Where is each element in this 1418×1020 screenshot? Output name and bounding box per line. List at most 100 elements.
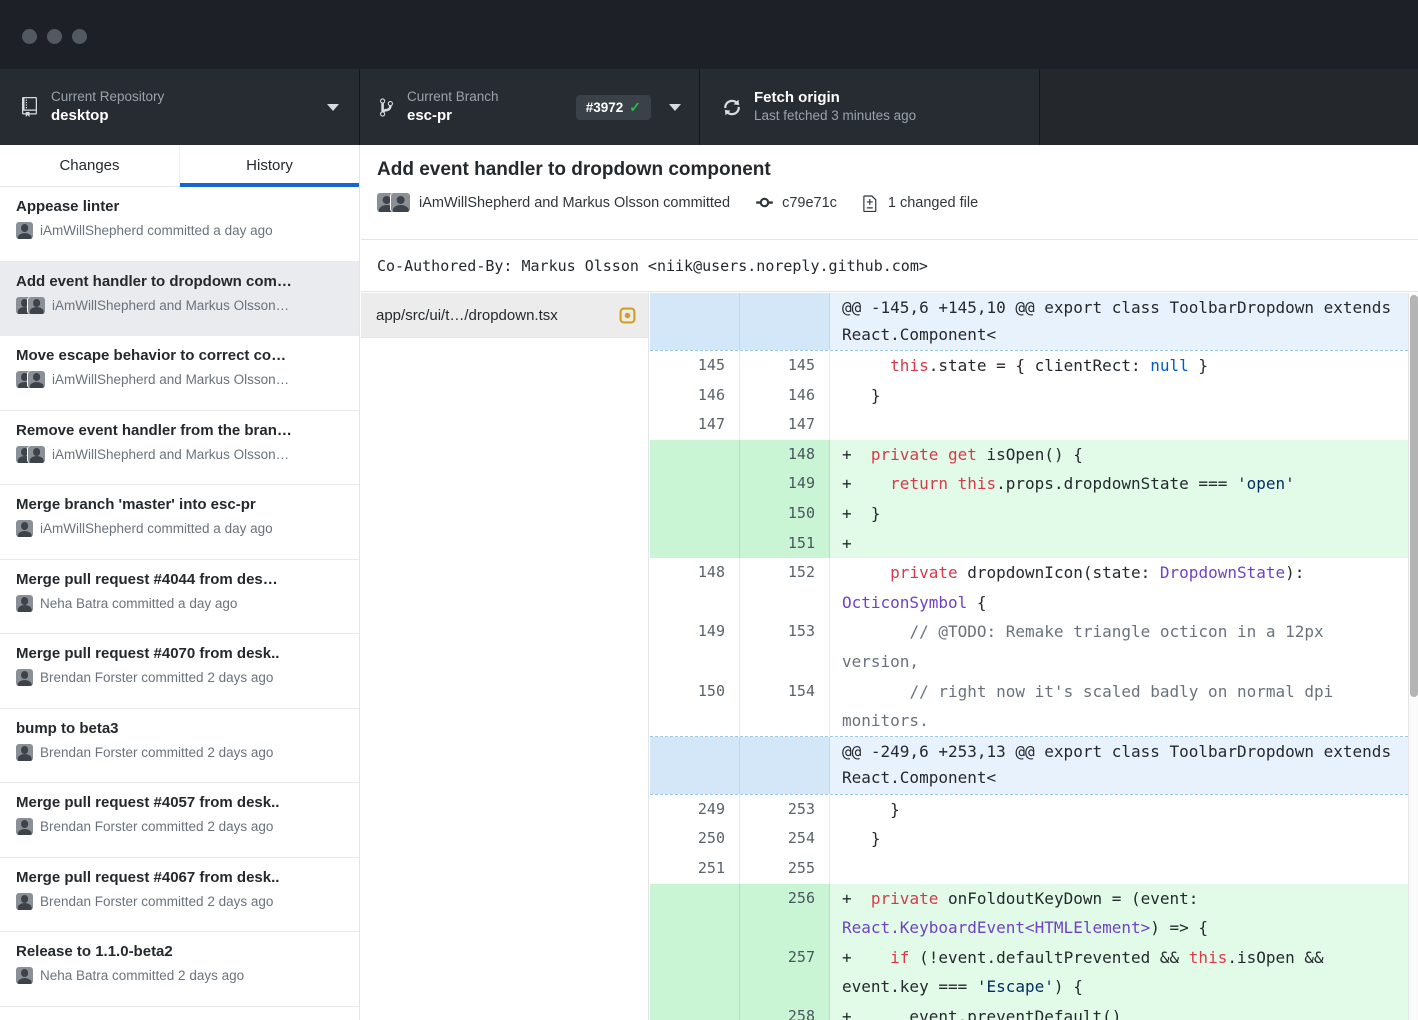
old-line-number: 150 <box>650 677 740 736</box>
toolbar-empty-area <box>1040 69 1418 145</box>
diff-code <box>830 854 1418 884</box>
commit-title: Add event handler to dropdown component <box>377 159 1394 181</box>
commit-list-item[interactable]: bump to beta3Brendan Forster committed 2… <box>0 709 359 784</box>
commit-item-meta-text: Brendan Forster committed 2 days ago <box>40 745 273 760</box>
fetch-origin-title: Fetch origin <box>754 89 916 108</box>
commit-item-title: Merge pull request #4044 from des… <box>16 571 345 588</box>
history-sidebar: ChangesHistory Appease linteriAmWillShep… <box>0 145 360 1020</box>
commit-item-meta-text: Neha Batra committed a day ago <box>40 596 237 611</box>
commit-item-title: Release to 1.1.0-beta2 <box>16 943 345 960</box>
current-repository-button[interactable]: Current Repository desktop <box>0 69 360 145</box>
commit-list-item[interactable]: Merge pull request #4067 from desk..Bren… <box>0 858 359 933</box>
diff-line: 251255 <box>650 854 1418 884</box>
commit-list-item[interactable]: Merge pull request #4051 from des… <box>0 1007 359 1020</box>
diff-code: } <box>830 824 1418 854</box>
diff-line: 256+ private onFoldoutKeyDown = (event: … <box>650 884 1418 943</box>
changed-files-count: 1 changed file <box>888 195 978 211</box>
diff-code: + private get isOpen() { <box>830 440 1418 470</box>
commit-item-meta-text: iAmWillShepherd and Markus Olsson… <box>52 447 289 462</box>
commit-item-avatars <box>16 744 33 761</box>
diff-line: 249253 } <box>650 795 1418 825</box>
old-line-number <box>650 737 740 794</box>
tab-changes[interactable]: Changes <box>0 145 180 186</box>
commit-item-avatars <box>16 371 45 388</box>
diff-scrollbar[interactable] <box>1408 293 1418 1020</box>
commit-item-avatars <box>16 446 45 463</box>
commit-item-avatars <box>16 893 33 910</box>
commit-item-avatars <box>16 297 45 314</box>
minimize-window-icon[interactable] <box>47 29 62 44</box>
old-line-number: 251 <box>650 854 740 884</box>
diff-line: 149+ return this.props.dropdownState ===… <box>650 469 1418 499</box>
commit-item-meta: Neha Batra committed 2 days ago <box>16 967 345 984</box>
new-line-number: 145 <box>740 351 830 381</box>
new-line-number <box>740 737 830 794</box>
avatar <box>16 520 33 537</box>
changed-files-panel: app/src/ui/t…/dropdown.tsx <box>361 293 649 1020</box>
diff-line: 147147 <box>650 410 1418 440</box>
commit-item-meta-text: iAmWillShepherd committed a day ago <box>40 521 273 536</box>
pr-number-badge[interactable]: #3972 ✓ <box>576 95 651 120</box>
commit-list-item[interactable]: Add event handler to dropdown com…iAmWil… <box>0 262 359 337</box>
commit-item-avatars <box>16 222 33 239</box>
new-line-number <box>740 293 830 350</box>
commit-item-meta-text: Neha Batra committed 2 days ago <box>40 968 244 983</box>
commit-list-item[interactable]: Appease linteriAmWillShepherd committed … <box>0 187 359 262</box>
diff-code: this.state = { clientRect: null } <box>830 351 1418 381</box>
commit-list-item[interactable]: Remove event handler from the bran…iAmWi… <box>0 411 359 486</box>
diff-line: 151+ <box>650 529 1418 559</box>
avatar <box>16 222 33 239</box>
new-line-number: 256 <box>740 884 830 943</box>
commit-item-meta-text: Brendan Forster committed 2 days ago <box>40 670 273 685</box>
new-line-number: 258 <box>740 1002 830 1020</box>
avatar <box>16 818 33 835</box>
changed-file-row[interactable]: app/src/ui/t…/dropdown.tsx <box>361 293 648 338</box>
commit-list-item[interactable]: Merge pull request #4070 from desk.. Bren… <box>0 634 359 709</box>
file-path: app/src/ui/t…/dropdown.tsx <box>376 307 619 324</box>
new-line-number: 152 <box>740 558 830 617</box>
commit-item-meta: Brendan Forster committed 2 days ago <box>16 818 345 835</box>
diff-scrollbar-thumb[interactable] <box>1410 295 1418 697</box>
current-branch-button[interactable]: Current Branch esc-pr #3972 ✓ <box>360 69 700 145</box>
diff-hunk-header: @@ -145,6 +145,10 @@ export class Toolba… <box>650 293 1418 351</box>
avatar <box>28 297 45 314</box>
commit-item-title: Merge branch 'master' into esc-pr <box>16 496 345 513</box>
old-line-number <box>650 943 740 1002</box>
old-line-number: 146 <box>650 381 740 411</box>
diff-code: + if (!event.defaultPrevented && this.is… <box>830 943 1418 1002</box>
new-line-number: 146 <box>740 381 830 411</box>
diff-code: } <box>830 381 1418 411</box>
diff-line: 148152 private dropdownIcon(state: Dropd… <box>650 558 1418 617</box>
commit-item-meta: iAmWillShepherd and Markus Olsson… <box>16 446 345 463</box>
zoom-window-icon[interactable] <box>72 29 87 44</box>
avatar <box>28 446 45 463</box>
tab-history[interactable]: History <box>180 145 359 186</box>
old-line-number: 148 <box>650 558 740 617</box>
close-window-icon[interactable] <box>22 29 37 44</box>
commit-description: Co-Authored-By: Markus Olsson <niik@user… <box>377 257 928 275</box>
diff-code <box>830 410 1418 440</box>
ci-check-icon: ✓ <box>629 99 641 116</box>
avatar <box>391 193 410 212</box>
old-line-number: 250 <box>650 824 740 854</box>
window-controls[interactable] <box>22 29 87 44</box>
diff-code: @@ -249,6 +253,13 @@ export class Toolba… <box>830 737 1418 794</box>
commit-item-meta: iAmWillShepherd and Markus Olsson… <box>16 297 345 314</box>
commit-list-item[interactable]: Move escape behavior to correct co…iAmWi… <box>0 336 359 411</box>
commit-sha[interactable]: c79e71c <box>782 195 837 211</box>
commit-item-avatars <box>16 818 33 835</box>
fetch-origin-subtitle: Last fetched 3 minutes ago <box>754 108 916 125</box>
new-line-number: 253 <box>740 795 830 825</box>
commit-list-item[interactable]: Merge pull request #4044 from des… Neha B… <box>0 560 359 635</box>
commit-item-meta: iAmWillShepherd and Markus Olsson… <box>16 371 345 388</box>
avatar <box>16 744 33 761</box>
new-line-number: 154 <box>740 677 830 736</box>
commit-list-item[interactable]: Release to 1.1.0-beta2 Neha Batra committ… <box>0 932 359 1007</box>
commit-list-item[interactable]: Merge branch 'master' into esc-pr iAmWill… <box>0 485 359 560</box>
commit-list-item[interactable]: Merge pull request #4057 from desk..Bren… <box>0 783 359 858</box>
commit-item-title: Merge pull request #4070 from desk.. <box>16 645 345 662</box>
github-desktop-window: Current Repository desktop Current Branc… <box>0 0 1418 1020</box>
commit-item-avatars <box>16 520 33 537</box>
fetch-origin-button[interactable]: Fetch origin Last fetched 3 minutes ago <box>700 69 1040 145</box>
commit-item-meta-text: iAmWillShepherd committed a day ago <box>40 223 273 238</box>
